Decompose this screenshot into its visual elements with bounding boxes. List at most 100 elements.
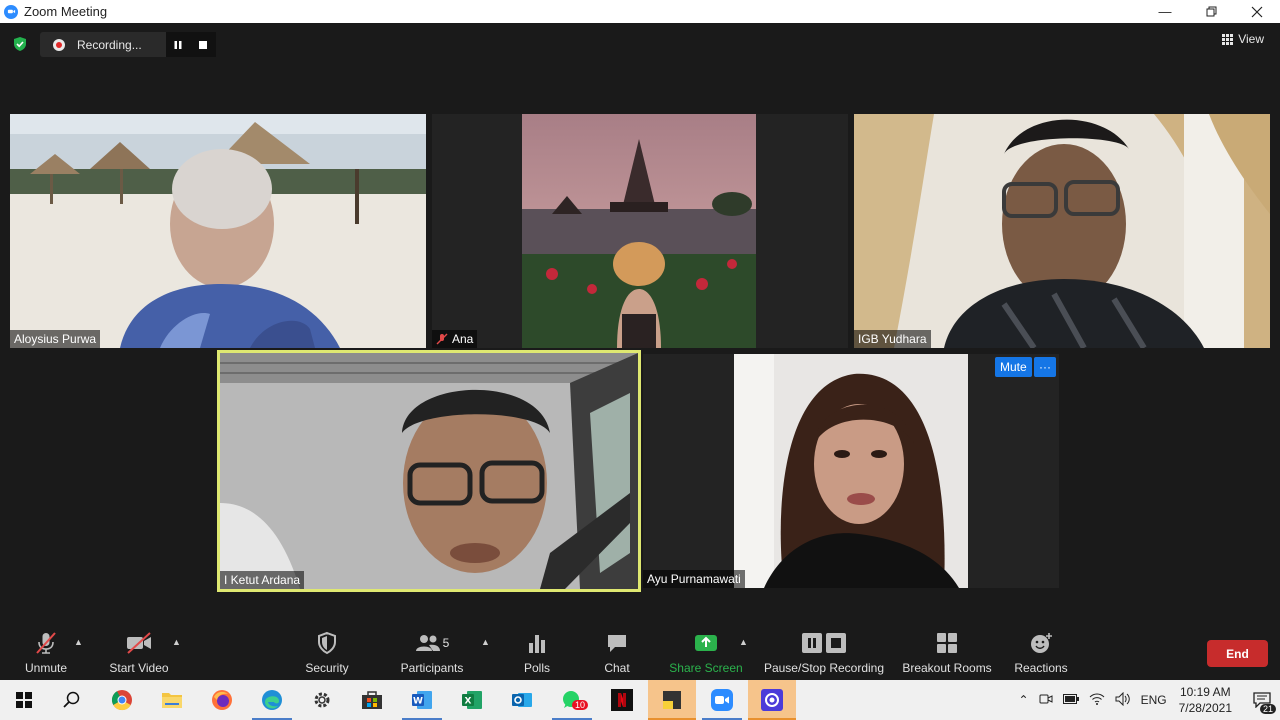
taskbar-zoom[interactable] bbox=[698, 680, 746, 720]
title-bar: Zoom Meeting — bbox=[0, 0, 1280, 23]
close-window-button[interactable] bbox=[1234, 0, 1280, 23]
security-shield-icon[interactable] bbox=[12, 36, 28, 52]
input-language[interactable]: ENG bbox=[1141, 693, 1167, 707]
reactions-button[interactable]: Reactions bbox=[1012, 631, 1070, 675]
firefox-icon bbox=[212, 690, 232, 710]
breakout-rooms-button[interactable]: Breakout Rooms bbox=[900, 631, 994, 675]
start-video-button[interactable]: Start Video bbox=[106, 631, 172, 675]
end-meeting-button[interactable]: End bbox=[1207, 640, 1268, 667]
video-tile-igb[interactable]: IGB Yudhara bbox=[854, 114, 1270, 348]
taskbar-store[interactable] bbox=[348, 680, 396, 720]
show-hidden-icons-chevron-icon[interactable]: ⌃ bbox=[1019, 693, 1029, 707]
video-tile-ana[interactable]: Ana bbox=[432, 114, 848, 348]
search-icon bbox=[63, 691, 80, 708]
pause-stop-recording-button[interactable]: Pause/Stop Recording bbox=[762, 631, 886, 675]
notification-count-badge: 21 bbox=[1259, 704, 1276, 714]
share-options-caret[interactable]: ▲ bbox=[739, 637, 748, 647]
smiley-icon bbox=[1031, 633, 1052, 653]
chat-button[interactable]: Chat bbox=[597, 631, 637, 675]
taskbar-outlook[interactable] bbox=[498, 680, 546, 720]
recorder-icon bbox=[761, 689, 783, 711]
participant-name-label: Ana bbox=[432, 330, 478, 348]
polls-icon bbox=[529, 635, 545, 653]
battery-icon[interactable] bbox=[1062, 693, 1079, 707]
wifi-icon[interactable] bbox=[1089, 693, 1105, 708]
view-label: View bbox=[1238, 32, 1264, 46]
restore-button[interactable] bbox=[1188, 0, 1234, 23]
taskbar-excel[interactable]: X bbox=[448, 680, 496, 720]
minimize-button[interactable]: — bbox=[1142, 0, 1188, 23]
gear-icon bbox=[314, 692, 330, 708]
meeting-toolbar: Unmute ▲ Start Video ▲ Security 5 Partic… bbox=[0, 625, 1280, 680]
recording-label: Recording... bbox=[77, 37, 142, 52]
system-tray: ⌃ ENG 10:19 AM 7/28/2021 21 bbox=[1019, 680, 1280, 720]
store-bag-icon bbox=[362, 691, 382, 709]
taskbar-file-explorer[interactable] bbox=[148, 680, 196, 720]
ayu-video-feed bbox=[734, 354, 968, 588]
stop-icon bbox=[199, 40, 208, 49]
video-tile-aloysius[interactable]: Aloysius Purwa bbox=[10, 114, 426, 348]
taskbar-sticky-notes[interactable] bbox=[648, 680, 696, 720]
taskbar-chrome[interactable] bbox=[98, 680, 146, 720]
clock[interactable]: 10:19 AM 7/28/2021 bbox=[1179, 684, 1232, 716]
taskbar-edge[interactable] bbox=[248, 680, 296, 720]
temple-photo-feed bbox=[522, 114, 756, 348]
mute-participant-button[interactable]: Mute bbox=[995, 357, 1032, 377]
security-button[interactable]: Security bbox=[302, 631, 352, 675]
zoom-app-icon bbox=[4, 4, 18, 19]
folder-icon bbox=[162, 693, 182, 708]
pause-recording-button[interactable] bbox=[165, 32, 191, 57]
svg-text:W: W bbox=[413, 697, 423, 707]
word-icon: W bbox=[412, 691, 432, 709]
window-title: Zoom Meeting bbox=[24, 4, 108, 19]
stop-recording-button[interactable] bbox=[190, 32, 216, 57]
video-options-caret[interactable]: ▲ bbox=[172, 637, 181, 647]
taskbar-settings[interactable] bbox=[298, 680, 346, 720]
participant-name-label: IGB Yudhara bbox=[854, 330, 931, 348]
participants-icon bbox=[415, 635, 440, 651]
taskbar-netflix[interactable] bbox=[598, 680, 646, 720]
video-off-icon bbox=[127, 632, 151, 654]
taskbar-firefox[interactable] bbox=[198, 680, 246, 720]
participant-name-label: Ayu Purnamawati bbox=[643, 570, 745, 588]
car-video-feed bbox=[220, 353, 638, 589]
chat-icon bbox=[608, 635, 626, 652]
pause-stop-recording-icon bbox=[802, 633, 846, 653]
volume-icon[interactable] bbox=[1115, 691, 1131, 709]
igb-video-feed bbox=[854, 114, 1270, 348]
recording-indicator: Recording... bbox=[40, 32, 216, 57]
grid-icon bbox=[1222, 33, 1234, 45]
unmute-button[interactable]: Unmute bbox=[20, 631, 72, 675]
excel-icon: X bbox=[462, 691, 482, 709]
participants-count: 5 bbox=[442, 636, 450, 650]
meet-now-icon[interactable] bbox=[1039, 692, 1053, 709]
share-screen-icon bbox=[695, 635, 717, 651]
participants-button[interactable]: 5 Participants bbox=[398, 631, 466, 675]
participant-name-label: I Ketut Ardana bbox=[220, 571, 305, 589]
pause-icon bbox=[174, 40, 182, 49]
view-button[interactable]: View bbox=[1222, 32, 1264, 46]
beach-video-feed bbox=[10, 114, 426, 348]
taskbar-search-button[interactable] bbox=[48, 680, 96, 720]
windows-taskbar: W X 10 ⌃ ENG 10:19 AM 7/28/2021 21 bbox=[0, 680, 1280, 720]
participant-name-label: Aloysius Purwa bbox=[10, 330, 101, 348]
video-tile-ayu[interactable]: Ayu Purnamawati Mute ··· bbox=[643, 354, 1059, 588]
polls-button[interactable]: Polls bbox=[517, 631, 557, 675]
shield-icon bbox=[318, 631, 336, 655]
taskbar-whatsapp[interactable]: 10 bbox=[548, 680, 596, 720]
recording-dot-icon bbox=[53, 38, 65, 51]
start-button[interactable] bbox=[0, 680, 48, 720]
clock-time: 10:19 AM bbox=[1179, 685, 1231, 699]
taskbar-recorder[interactable] bbox=[748, 680, 796, 720]
svg-text:X: X bbox=[465, 697, 472, 707]
more-options-button[interactable]: ··· bbox=[1034, 357, 1056, 377]
muted-mic-icon bbox=[436, 333, 448, 345]
edge-icon bbox=[262, 690, 282, 710]
clock-date: 7/28/2021 bbox=[1178, 701, 1232, 715]
participants-options-caret[interactable]: ▲ bbox=[481, 637, 490, 647]
share-screen-button[interactable]: Share Screen bbox=[668, 631, 744, 675]
audio-options-caret[interactable]: ▲ bbox=[74, 637, 83, 647]
taskbar-word[interactable]: W bbox=[398, 680, 446, 720]
action-center-button[interactable]: 21 bbox=[1244, 680, 1280, 720]
video-tile-ketut[interactable]: I Ketut Ardana bbox=[217, 350, 641, 592]
